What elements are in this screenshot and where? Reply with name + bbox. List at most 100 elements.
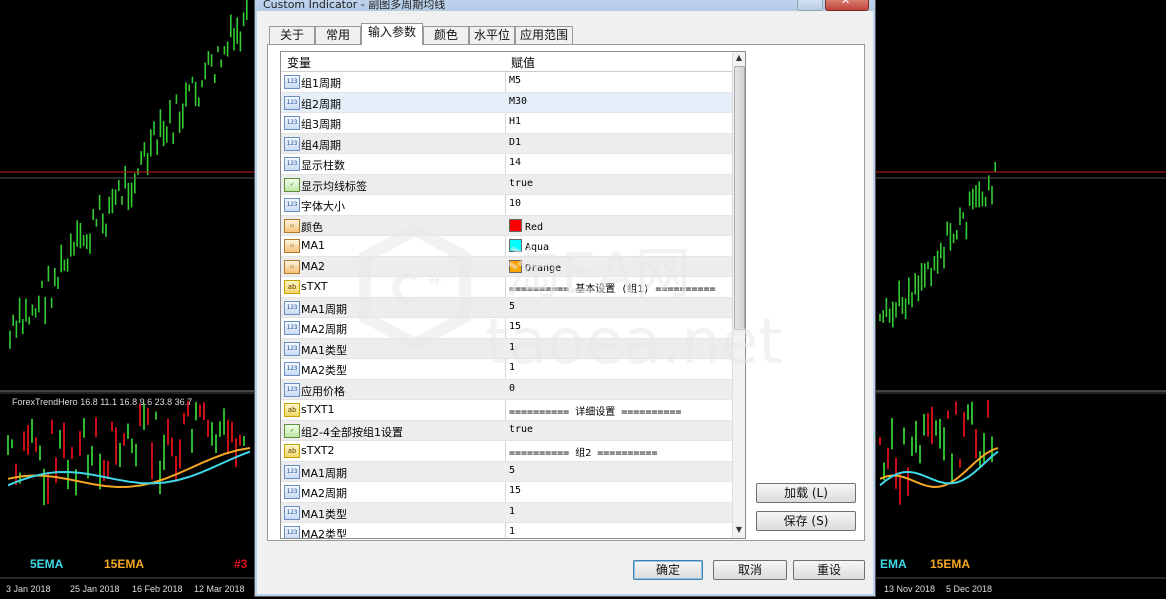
param-value[interactable]: 10 — [509, 198, 521, 209]
tab-colors[interactable]: 颜色 — [423, 26, 469, 44]
subwindow-right — [879, 399, 999, 505]
title-bar[interactable]: Custom Indicator - 副图多周期均线 ✕ — [255, 0, 875, 11]
color-swatch — [509, 239, 522, 252]
table-row[interactable]: ✓ 组2-4全部按组1设置 true — [281, 420, 732, 441]
param-value[interactable]: true — [509, 424, 533, 435]
color-icon: ▭ — [284, 259, 300, 274]
save-button[interactable]: 保存 (S) — [756, 511, 856, 531]
table-row[interactable]: 123 MA1类型 1 — [281, 338, 732, 359]
table-row[interactable]: 123 MA1周期 5 — [281, 461, 732, 482]
integer-icon: 123 — [284, 362, 300, 376]
color-name: Aqua — [525, 242, 550, 253]
candles-upper-left — [9, 0, 248, 349]
table-row[interactable]: ▭ 颜色 Red — [281, 215, 732, 236]
close-icon: ✕ — [841, 0, 851, 7]
color-icon: ▭ — [284, 218, 300, 233]
tab-common[interactable]: 常用 — [315, 26, 361, 44]
close-button[interactable]: ✕ — [825, 0, 869, 11]
integer-icon: 123 — [284, 136, 300, 151]
param-name: sTXT1 — [301, 403, 335, 416]
scroll-down-icon[interactable]: ▼ — [733, 524, 745, 536]
param-value[interactable]: Aqua — [509, 239, 549, 253]
param-value[interactable]: Red — [509, 218, 543, 233]
param-value[interactable]: 5 — [509, 465, 515, 476]
param-value[interactable]: 14 — [509, 157, 521, 168]
grid-scrollbar[interactable]: ▲ ▼ — [732, 52, 745, 538]
param-value[interactable]: ========== 组2 ========== — [509, 444, 657, 459]
table-row[interactable]: 123 组1周期 M5 — [281, 72, 732, 93]
param-name: 显示均线标签 — [301, 179, 367, 193]
parameters-grid: 变量 赋值 123 组1周期 M5 123 组2周期 M30 123 组3周期 H1 123 组4周… — [280, 51, 746, 539]
integer-icon: 123 — [284, 382, 300, 397]
param-value[interactable]: M5 — [509, 75, 521, 86]
param-value[interactable]: D1 — [509, 137, 521, 148]
table-row[interactable]: ✓ 显示均线标签 true — [281, 174, 732, 195]
table-row[interactable]: ab sTXT2 ========== 组2 ========== — [281, 441, 732, 462]
param-value[interactable]: 0 — [509, 383, 515, 394]
param-value[interactable]: ========== 基本设置 (组1) ========== — [509, 280, 716, 295]
table-row[interactable]: 123 组4周期 D1 — [281, 133, 732, 154]
ema-slow-label-left: 15EMA — [104, 557, 145, 571]
param-value[interactable]: 5 — [509, 301, 515, 312]
color-swatch — [509, 218, 522, 232]
integer-icon: 123 — [284, 505, 300, 520]
table-row[interactable]: 123 组3周期 H1 — [281, 113, 732, 134]
date-label: 16 Feb 2018 — [132, 584, 183, 594]
parameter-rows: 123 组1周期 M5 123 组2周期 M30 123 组3周期 H1 123 组4周期 D1 123… — [281, 72, 732, 538]
tab-visualization[interactable]: 应用范围 — [515, 26, 573, 44]
param-value[interactable]: 15 — [509, 485, 521, 496]
param-name: MA2类型 — [301, 364, 348, 377]
param-value[interactable]: 1 — [509, 506, 515, 517]
color-icon: ▭ — [284, 239, 300, 253]
string-icon: ab — [284, 444, 300, 458]
param-value[interactable]: 1 — [509, 342, 515, 353]
table-row[interactable]: ▭ MA2 Orange — [281, 256, 732, 277]
param-value[interactable]: 1 — [509, 526, 515, 537]
tab-about[interactable]: 关于 — [269, 26, 315, 44]
table-row[interactable]: 123 MA1类型 1 — [281, 502, 732, 523]
table-row[interactable]: 123 MA2周期 15 — [281, 318, 732, 339]
scroll-up-icon[interactable]: ▲ — [733, 52, 745, 64]
param-name: MA1周期 — [301, 302, 348, 316]
string-icon: ab — [284, 403, 300, 417]
param-value[interactable]: 1 — [509, 362, 515, 373]
param-value[interactable]: Orange — [509, 259, 562, 274]
tab-levels[interactable]: 水平位 — [469, 26, 515, 44]
param-name: MA1类型 — [301, 507, 348, 521]
date-label: 25 Jan 2018 — [70, 584, 120, 594]
table-row[interactable]: 123 显示柱数 14 — [281, 154, 732, 175]
header-value[interactable]: 赋值 — [511, 54, 535, 71]
table-row[interactable]: ▭ MA1 Aqua — [281, 236, 732, 257]
scroll-thumb[interactable] — [734, 66, 745, 330]
integer-icon: 123 — [284, 464, 300, 479]
table-row[interactable]: 123 MA2类型 1 — [281, 523, 732, 538]
table-row[interactable]: 123 MA2周期 15 — [281, 482, 732, 503]
param-value[interactable]: M30 — [509, 96, 527, 107]
param-value[interactable]: ========== 详细设置 ========== — [509, 403, 681, 418]
load-button[interactable]: 加载 (L) — [756, 483, 856, 503]
table-row[interactable]: ab sTXT ========== 基本设置 (组1) ========== — [281, 277, 732, 298]
table-row[interactable]: 123 MA1周期 5 — [281, 297, 732, 318]
candles-upper-right — [879, 161, 997, 328]
color-name: Orange — [525, 262, 562, 274]
bool-icon: ✓ — [284, 177, 300, 192]
header-variable[interactable]: 变量 — [287, 54, 311, 71]
ok-button[interactable]: 确定 — [633, 560, 703, 580]
param-name: sTXT — [301, 280, 328, 293]
table-row[interactable]: 123 MA2类型 1 — [281, 359, 732, 380]
reset-button[interactable]: 重设 — [793, 560, 865, 580]
param-value[interactable]: true — [509, 178, 533, 189]
integer-icon: 123 — [284, 526, 300, 538]
param-value[interactable]: 15 — [509, 321, 521, 332]
table-row[interactable]: 123 应用价格 0 — [281, 379, 732, 400]
table-row[interactable]: 123 字体大小 10 — [281, 195, 732, 216]
param-value[interactable]: H1 — [509, 116, 521, 127]
table-row[interactable]: 123 组2周期 M30 — [281, 92, 732, 113]
cancel-button[interactable]: 取消 — [713, 560, 787, 580]
inputs-panel: 变量 赋值 123 组1周期 M5 123 组2周期 M30 123 组3周期 H1 123 组4周… — [267, 44, 865, 541]
table-row[interactable]: ab sTXT1 ========== 详细设置 ========== — [281, 400, 732, 421]
help-button[interactable] — [797, 0, 823, 11]
param-name: MA1类型 — [301, 343, 348, 357]
tab-inputs[interactable]: 输入参数 — [361, 23, 423, 45]
ema-slow-label-right: 15EMA — [930, 557, 971, 571]
